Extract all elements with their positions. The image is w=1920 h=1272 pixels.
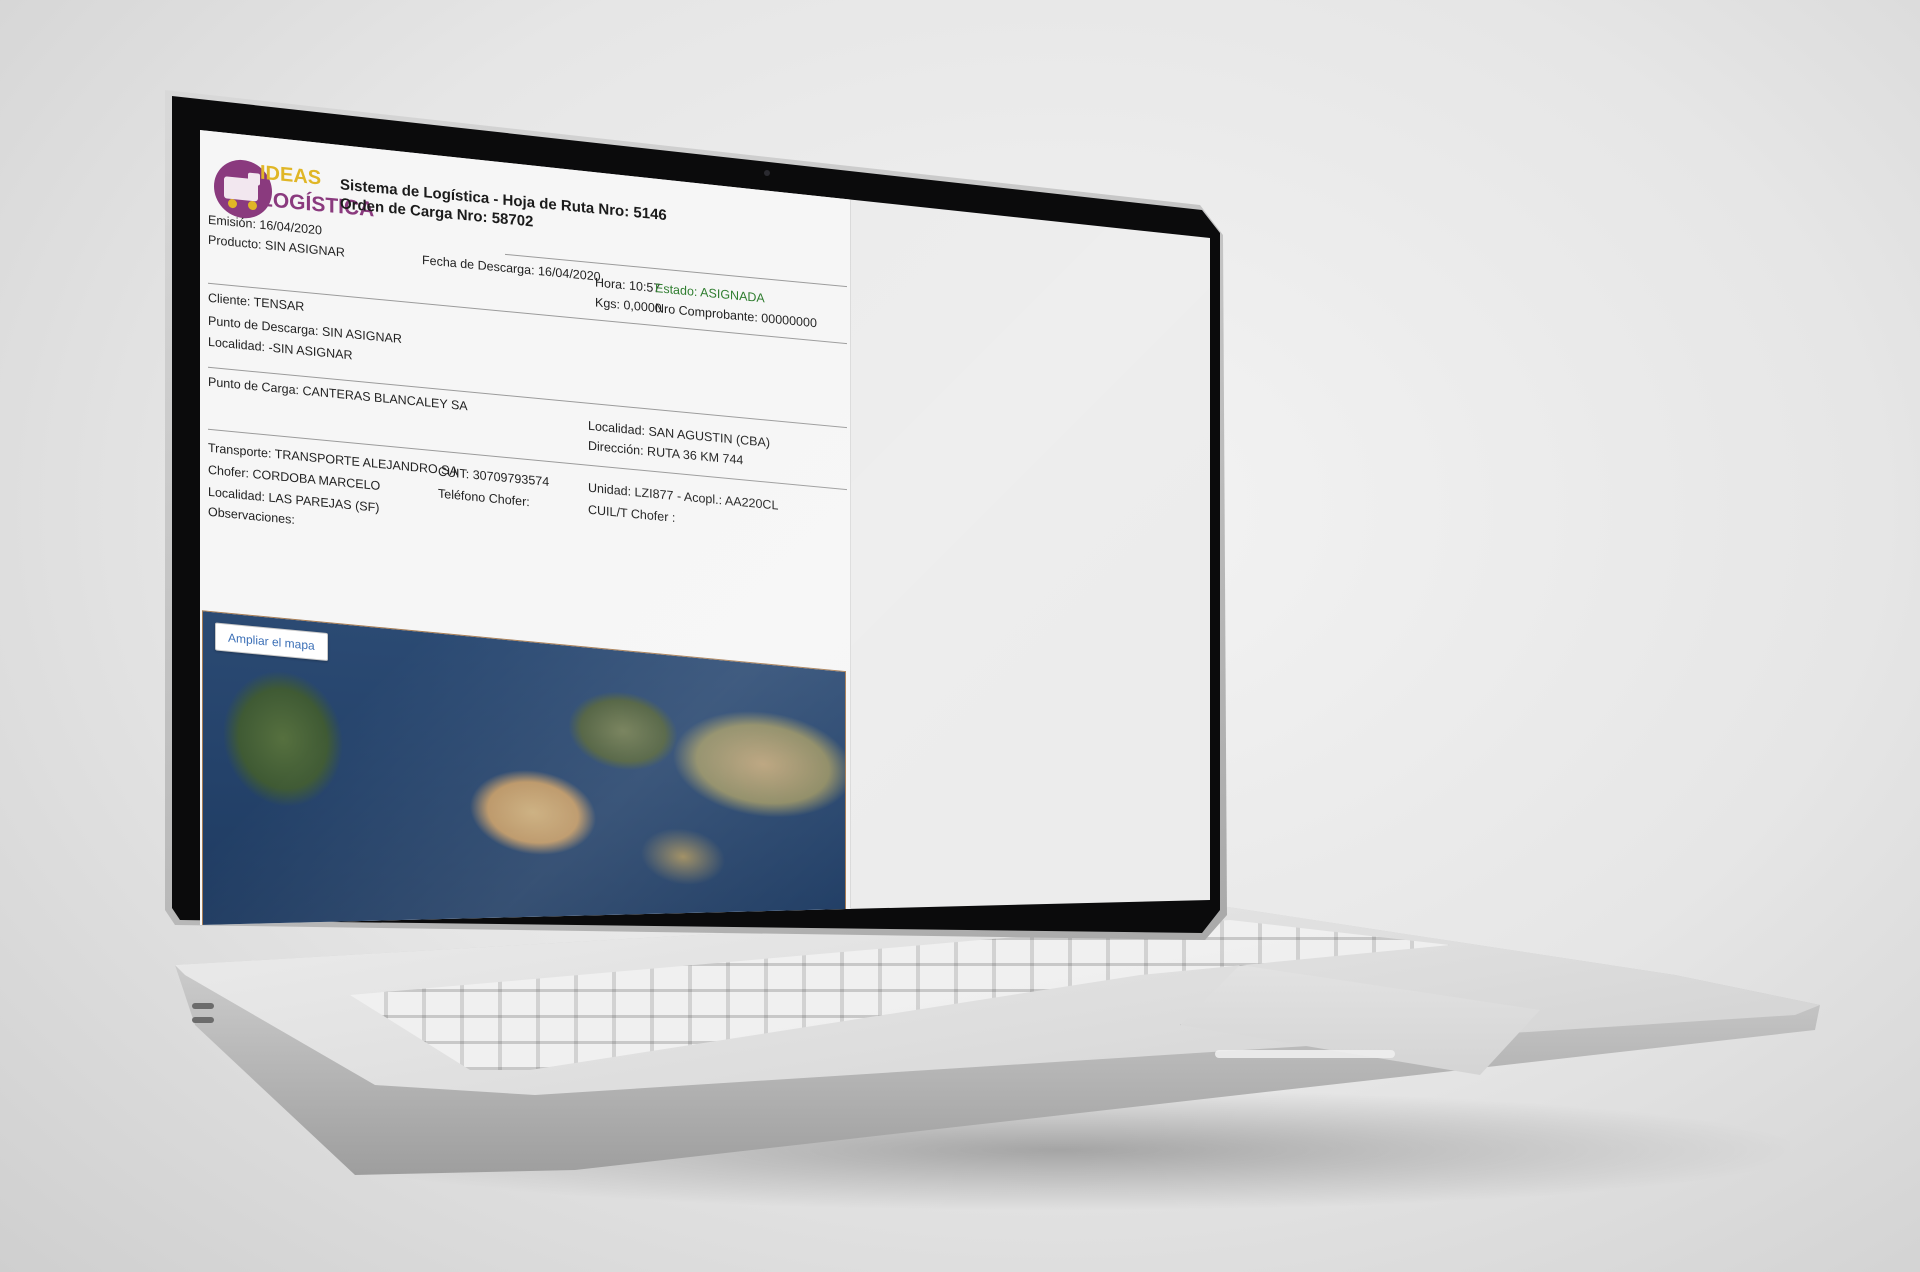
truck-wheel-icon: [228, 198, 237, 209]
laptop-front-notch: [1215, 1050, 1395, 1058]
laptop-screen: IDEAS LOGÍSTICA Sistema de Logística - H…: [200, 130, 1210, 925]
route-sheet-page: IDEAS LOGÍSTICA Sistema de Logística - H…: [200, 130, 1210, 925]
usb-ports: [192, 1003, 218, 1033]
enlarge-map-button[interactable]: Ampliar el mapa: [215, 622, 328, 662]
truck-wheel-icon: [248, 200, 257, 211]
truck-icon: [224, 176, 258, 202]
webcam-icon: [764, 170, 770, 176]
